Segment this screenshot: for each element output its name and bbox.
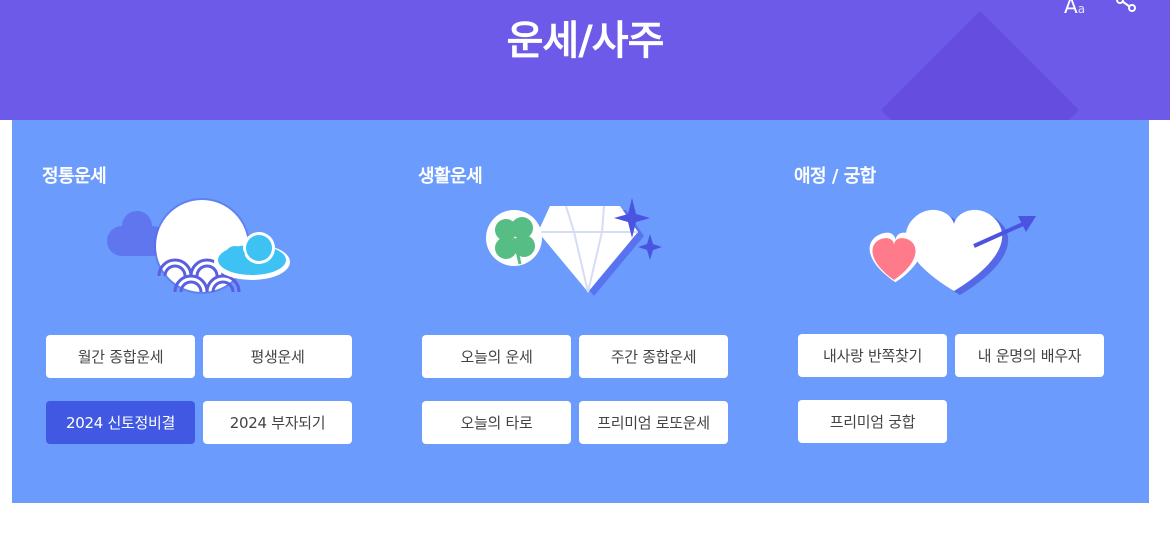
btn-get-rich[interactable]: 2024 부자되기 [203,401,352,444]
font-size-icon: A [1064,0,1078,18]
page-header: 운세/사주 Aa [0,0,1170,120]
btn-lifetime-fortune[interactable]: 평생운세 [203,335,352,378]
share-icon[interactable] [1114,0,1138,14]
section-title: 정통운세 [42,166,107,187]
section-title: 애정 / 궁합 [794,166,876,187]
btn-tojeong[interactable]: 2024 신토정비결 [46,401,195,444]
font-size-button[interactable]: Aa [1064,0,1085,18]
btn-find-soulmate[interactable]: 내사랑 반쪽찾기 [798,334,947,377]
btn-weekly-fortune[interactable]: 주간 종합운세 [579,335,728,378]
btn-today-tarot[interactable]: 오늘의 타로 [422,401,571,444]
btn-monthly-fortune[interactable]: 월간 종합운세 [46,335,195,378]
page-title: 운세/사주 [506,18,665,64]
section-traditional: 정통운세 월간 종합운세 평생운세 2024 신토정비결 2024 부자되기 [12,120,372,503]
fortune-panel: 정통운세 월간 종합운세 평생운세 2024 신토정비결 2024 부자되기 생… [12,120,1149,503]
section-love: 애정 / 궁합 내사랑 반쪽찾기 내 운명의 배우자 프리미엄 궁합 [764,120,1124,503]
font-size-icon-small: a [1077,2,1086,16]
moon-waves-cloud-illustration [107,198,290,294]
section-title: 생활운세 [418,166,483,187]
section-daily-life: 생활운세 오늘의 운세 주간 종합운세 오늘의 타로 프리미엄 로또운세 [388,120,748,503]
clover-diamond-illustration [486,198,662,296]
hearts-arrow-illustration [869,209,1036,295]
btn-today-fortune[interactable]: 오늘의 운세 [422,335,571,378]
btn-destined-spouse[interactable]: 내 운명의 배우자 [955,334,1104,377]
btn-premium-lotto[interactable]: 프리미엄 로또운세 [579,401,728,444]
btn-premium-compatibility[interactable]: 프리미엄 궁합 [798,400,947,443]
